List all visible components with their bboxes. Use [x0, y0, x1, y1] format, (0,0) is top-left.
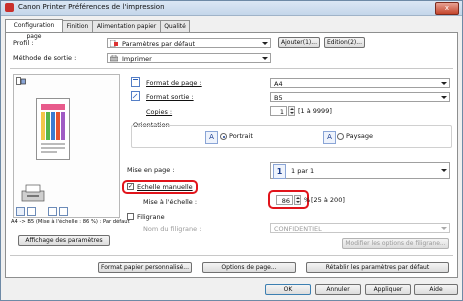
view-page-icon[interactable]: [16, 207, 25, 216]
title-bar: Canon Printer Préférences de l'impressio…: [1, 1, 462, 16]
page-options-button[interactable]: Options de page...: [202, 262, 296, 273]
printer-icon: [110, 55, 118, 62]
watermark-label: Filigrane: [137, 213, 165, 221]
portrait-icon: A: [205, 131, 218, 144]
chevron-down-icon: [441, 227, 447, 230]
watermark-name-label: Nom du filigrane :: [143, 225, 202, 233]
printer-device-icon: [21, 184, 45, 202]
copies-value: 1: [279, 108, 284, 116]
view-layout-icon[interactable]: [27, 207, 36, 216]
tab-configuration-page[interactable]: Configuration page: [5, 19, 63, 40]
profile-select[interactable]: Paramètres par défaut: [107, 38, 271, 48]
configuration-page-panel: Profil : Paramètres par défaut Ajouter(1…: [5, 32, 458, 278]
chevron-down-icon: [262, 57, 268, 60]
close-button[interactable]: x: [435, 2, 459, 15]
ok-button[interactable]: OK: [265, 284, 311, 295]
view-finish-icon[interactable]: [48, 207, 57, 216]
manual-scaling-checkbox[interactable]: ✓: [127, 183, 134, 190]
apply-button[interactable]: Appliquer: [365, 284, 411, 295]
scaling-stepper[interactable]: [294, 195, 301, 205]
preview-mode-icon[interactable]: [16, 77, 26, 85]
portrait-radio[interactable]: [220, 133, 227, 140]
page-preview-icon: [36, 98, 70, 160]
chevron-down-icon: [262, 42, 268, 45]
scaling-value: 86: [281, 197, 290, 205]
copies-range: [1 à 9999]: [298, 107, 332, 115]
profile-value: Paramètres par défaut: [122, 40, 196, 48]
chevron-down-icon: [441, 82, 447, 85]
printer-app-icon: [5, 3, 14, 12]
watermark-checkbox[interactable]: [127, 213, 134, 220]
view-detail-icon[interactable]: [59, 207, 68, 216]
page-size-label: Format de page :: [146, 79, 202, 87]
preview-view-toggles: [16, 207, 115, 217]
add-profile-button[interactable]: Ajouter(1)...: [278, 37, 320, 48]
page-size-value: A4: [274, 80, 283, 88]
watermark-name-value: CONFIDENTIEL: [274, 225, 322, 233]
copies-stepper[interactable]: [288, 106, 295, 116]
tab-finition[interactable]: Finition: [62, 20, 93, 32]
modify-watermark-button[interactable]: Modifier les options de filigrane...: [342, 238, 449, 249]
chevron-down-icon: [441, 96, 447, 99]
scaling-label: Mise à l'échelle :: [143, 198, 198, 206]
profile-icon: [110, 40, 118, 47]
copies-label: Copies :: [146, 108, 173, 116]
output-method-value: Imprimer: [122, 55, 152, 63]
layout-value: 1 par 1: [291, 167, 315, 175]
landscape-icon: A: [323, 131, 336, 144]
watermark-name-select[interactable]: CONFIDENTIEL: [270, 223, 450, 233]
output-method-label: Méthode de sortie :: [13, 54, 77, 62]
divider: [10, 255, 453, 256]
scaling-input[interactable]: 86: [276, 195, 293, 205]
orientation-group: A Portrait A Paysage: [131, 125, 452, 148]
tab-qualite[interactable]: Qualité: [160, 20, 190, 32]
custom-paper-size-button[interactable]: Format papier personnalisé...: [98, 262, 192, 273]
divider: [10, 68, 453, 69]
landscape-radio[interactable]: [337, 133, 344, 140]
page-size-select[interactable]: A4: [270, 78, 450, 88]
scaling-unit: %: [304, 196, 311, 204]
output-method-select[interactable]: Imprimer: [107, 53, 271, 63]
output-size-icon: [131, 91, 140, 101]
chevron-down-icon: [441, 169, 447, 172]
preview-pane: [13, 74, 120, 218]
layout-icon: 1: [273, 164, 286, 179]
window-title: Canon Printer Préférences de l'impressio…: [18, 3, 165, 11]
edit-profile-button[interactable]: Edition(2)...: [324, 37, 365, 48]
output-size-select[interactable]: B5: [270, 92, 450, 102]
portrait-label: Portrait: [229, 132, 253, 140]
layout-select[interactable]: 1 1 par 1: [270, 162, 450, 179]
copies-input[interactable]: 1: [270, 106, 287, 116]
scaling-range: [25 à 200]: [311, 196, 345, 204]
printer-preferences-window: Canon Printer Préférences de l'impressio…: [0, 0, 463, 301]
page-size-icon: [131, 77, 140, 87]
cancel-button[interactable]: Annuler: [315, 284, 361, 295]
layout-label: Mise en page :: [127, 166, 175, 174]
manual-scaling-label: Echelle manuelle: [137, 183, 193, 191]
preview-caption: A4 -> B5 (Mise à l'échelle : 86 %) : Par…: [11, 219, 130, 225]
tab-alimentation-papier[interactable]: Alimentation papier: [92, 20, 161, 32]
help-button[interactable]: Aide: [414, 284, 458, 295]
show-settings-button[interactable]: Affichage des paramètres: [18, 235, 110, 246]
landscape-label: Paysage: [346, 132, 373, 140]
restore-defaults-button[interactable]: Rétablir les paramètres par défaut: [306, 262, 449, 273]
output-size-value: B5: [274, 94, 283, 102]
output-size-label: Format sortie :: [146, 93, 194, 101]
